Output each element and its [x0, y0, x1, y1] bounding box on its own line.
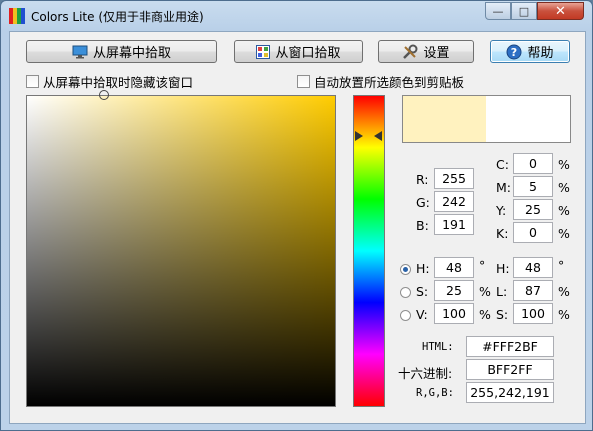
c-label: C: — [496, 157, 509, 172]
hsv-s-input[interactable]: 25 — [434, 280, 474, 301]
pick-from-screen-button[interactable]: 从屏幕中拾取 — [26, 40, 217, 63]
rgb-code-input[interactable]: 255,242,191 — [466, 382, 554, 403]
m-input[interactable]: 5 — [513, 176, 553, 197]
close-icon: ✕ — [555, 3, 566, 19]
hex-code-label: 十六进制: — [398, 366, 453, 381]
hide-window-option[interactable]: 从屏幕中拾取时隐藏该窗口 — [26, 72, 193, 91]
hsl-s-unit: % — [558, 307, 570, 322]
hsv-h-label: H: — [416, 261, 430, 276]
previous-color-swatch[interactable] — [486, 96, 570, 142]
help-label: 帮助 — [527, 46, 554, 61]
hue-marker-left-icon[interactable] — [355, 131, 363, 141]
hsl-s-input[interactable]: 100 — [513, 303, 553, 324]
settings-label: 设置 — [423, 46, 450, 61]
window-grid-icon — [256, 44, 271, 59]
hsv-s-unit: % — [479, 284, 491, 299]
minimize-icon: — — [492, 4, 504, 18]
y-label: Y: — [496, 203, 507, 218]
pick-from-window-button[interactable]: 从窗口拾取 — [234, 40, 363, 63]
hsv-h-input[interactable]: 48 — [434, 257, 474, 278]
monitor-icon — [72, 45, 88, 58]
rgb-code-label: R,G,B: — [416, 387, 454, 399]
m-label: M: — [496, 180, 511, 195]
y-unit: % — [558, 203, 570, 218]
pick-from-screen-label: 从屏幕中拾取 — [92, 46, 171, 61]
hsv-v-unit: % — [479, 307, 491, 322]
auto-copy-checkbox[interactable] — [297, 75, 310, 88]
y-input[interactable]: 25 — [513, 199, 553, 220]
settings-button[interactable]: 设置 — [378, 40, 474, 63]
main-panel: 从屏幕中拾取 从窗口拾取 设置 ? 帮助 从屏幕中拾取时隐藏该窗口 自动放置所选… — [9, 31, 586, 424]
html-code-label: HTML: — [422, 341, 454, 353]
hide-window-checkbox[interactable] — [26, 75, 39, 88]
app-logo-icon — [9, 8, 25, 24]
hsv-h-radio[interactable] — [400, 264, 411, 275]
k-input[interactable]: 0 — [513, 222, 553, 243]
hsv-h-unit: ° — [479, 258, 486, 273]
hex-code-input[interactable]: BFF2FF — [466, 359, 554, 380]
html-code-input[interactable]: #FFF2BF — [466, 336, 554, 357]
g-label: G: — [416, 195, 430, 210]
hsv-v-input[interactable]: 100 — [434, 303, 474, 324]
hsl-l-unit: % — [558, 284, 570, 299]
g-input[interactable]: 242 — [434, 191, 474, 212]
close-button[interactable]: ✕ — [537, 2, 584, 20]
hsl-s-label: S: — [496, 307, 509, 322]
hsl-h-unit: ° — [558, 258, 565, 273]
hsv-v-radio[interactable] — [400, 310, 411, 321]
picker-cursor-icon[interactable] — [99, 90, 109, 100]
hsv-s-radio[interactable] — [400, 287, 411, 298]
hsv-s-label: S: — [416, 284, 429, 299]
hsv-v-label: V: — [416, 307, 428, 322]
k-label: K: — [496, 226, 509, 241]
c-input[interactable]: 0 — [513, 153, 553, 174]
saturation-value-picker[interactable] — [26, 90, 336, 407]
svg-text:?: ? — [511, 46, 517, 59]
pick-from-window-label: 从窗口拾取 — [275, 46, 341, 61]
hide-window-label: 从屏幕中拾取时隐藏该窗口 — [43, 75, 194, 90]
hsl-l-input[interactable]: 87 — [513, 280, 553, 301]
tools-icon — [403, 44, 418, 59]
b-label: B: — [416, 218, 429, 233]
hue-slider[interactable] — [353, 95, 385, 407]
maximize-button[interactable]: □ — [511, 2, 537, 20]
auto-copy-label: 自动放置所选颜色到剪贴板 — [314, 75, 465, 90]
r-input[interactable]: 255 — [434, 168, 474, 189]
hsl-l-label: L: — [496, 284, 508, 299]
b-input[interactable]: 191 — [434, 214, 474, 235]
r-label: R: — [416, 172, 429, 187]
window-title: Colors Lite (仅用于非商业用途) — [31, 10, 204, 24]
c-unit: % — [558, 157, 570, 172]
m-unit: % — [558, 180, 570, 195]
help-icon: ? — [506, 44, 522, 59]
app-window: Colors Lite (仅用于非商业用途) — □ ✕ 从屏幕中拾取 从窗口拾… — [0, 0, 593, 431]
title-bar[interactable]: Colors Lite (仅用于非商业用途) — □ ✕ — [1, 1, 592, 31]
hsl-h-label: H: — [496, 261, 510, 276]
k-unit: % — [558, 226, 570, 241]
auto-copy-option[interactable]: 自动放置所选颜色到剪贴板 — [297, 72, 464, 91]
minimize-button[interactable]: — — [485, 2, 511, 20]
hue-marker-right-icon[interactable] — [374, 131, 382, 141]
help-button[interactable]: ? 帮助 — [490, 40, 570, 63]
maximize-icon: □ — [518, 4, 530, 18]
hsl-h-input[interactable]: 48 — [513, 257, 553, 278]
current-color-swatch — [403, 96, 486, 142]
color-preview — [402, 95, 571, 143]
